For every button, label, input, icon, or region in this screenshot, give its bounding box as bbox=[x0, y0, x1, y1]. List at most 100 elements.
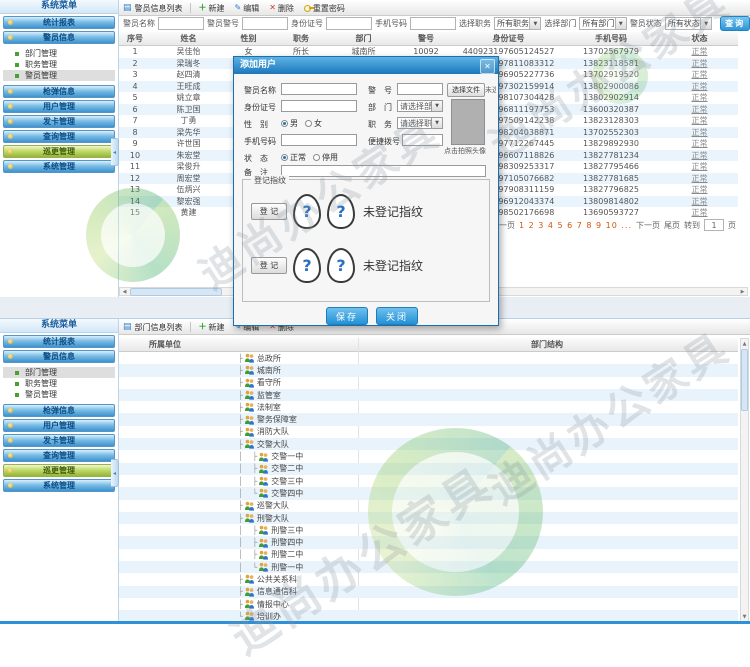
submenu-item[interactable]: 职务管理 bbox=[3, 378, 115, 389]
tree-row[interactable]: ├公共关系科 bbox=[119, 573, 738, 585]
submenu-item[interactable]: 职务管理 bbox=[3, 59, 115, 70]
sidebar-item-0[interactable]: 统计报表 bbox=[3, 16, 115, 29]
scroll-up-icon[interactable]: ▲ bbox=[743, 339, 747, 348]
filter-position-select[interactable]: 所有职务 ▼ bbox=[494, 17, 541, 30]
position-select[interactable]: 请选择职务 ▼ bbox=[397, 117, 443, 129]
submenu-item[interactable]: 警员管理 bbox=[3, 389, 115, 400]
phone-field[interactable] bbox=[281, 134, 357, 146]
search-button[interactable]: 查询 bbox=[720, 16, 750, 31]
delete-button[interactable]: ✕删除 bbox=[264, 2, 299, 14]
sidebar-item-4[interactable]: 发卡管理 bbox=[3, 434, 115, 447]
tree-row[interactable]: ├看守所 bbox=[119, 377, 738, 389]
sidebar-item-0[interactable]: 统计报表 bbox=[3, 335, 115, 348]
status-link[interactable]: 正常 bbox=[661, 92, 738, 104]
pagination-goto-input[interactable]: 1 bbox=[704, 219, 724, 231]
reset-password-button[interactable]: 重置密码 bbox=[299, 2, 350, 14]
tree-row[interactable]: ├交警大队 bbox=[119, 438, 738, 450]
new-button[interactable]: ＋新建 bbox=[194, 321, 230, 333]
tree-row[interactable]: │ ├刑警三中 bbox=[119, 524, 738, 536]
tree-row[interactable]: ├情报中心 bbox=[119, 598, 738, 610]
sidebar-collapse-handle[interactable]: ◂ bbox=[111, 459, 119, 487]
sidebar-item-5[interactable]: 查询管理 bbox=[3, 130, 115, 143]
cancel-button[interactable]: 关闭 bbox=[376, 307, 418, 325]
scroll-down-icon[interactable]: ▼ bbox=[743, 612, 747, 621]
tree-row[interactable]: ├总政所 bbox=[119, 352, 738, 364]
status-link[interactable]: 正常 bbox=[661, 161, 738, 173]
state-disabled-radio[interactable]: 停用 bbox=[313, 152, 338, 163]
sidebar-item-6[interactable]: 巡更管理 bbox=[3, 145, 115, 158]
pagination-next[interactable]: 下一页 bbox=[636, 220, 660, 231]
officer-name-field[interactable] bbox=[281, 83, 357, 95]
new-button[interactable]: ＋新建 bbox=[194, 2, 230, 14]
submenu-item[interactable]: 部门管理 bbox=[3, 367, 115, 378]
submenu-item[interactable]: 部门管理 bbox=[3, 48, 115, 59]
id-card-field[interactable] bbox=[281, 100, 357, 112]
sidebar-item-2[interactable]: 枪弹信息 bbox=[3, 85, 115, 98]
state-normal-radio[interactable]: 正常 bbox=[281, 152, 306, 163]
status-link[interactable]: 正常 bbox=[661, 173, 738, 185]
register-button[interactable]: 登 记 bbox=[251, 203, 287, 220]
speeddial-field[interactable] bbox=[402, 134, 443, 146]
tree-row[interactable]: ├监管室 bbox=[119, 389, 738, 401]
tree-row[interactable]: │ ├刑警二中 bbox=[119, 549, 738, 561]
scrollbar-thumb[interactable] bbox=[130, 288, 222, 296]
tree-row[interactable]: │ ├交警一中 bbox=[119, 450, 738, 462]
sidebar-item-3[interactable]: 用户管理 bbox=[3, 419, 115, 432]
submenu-item[interactable]: 警员管理 bbox=[3, 70, 115, 81]
status-link[interactable]: 正常 bbox=[661, 81, 738, 93]
tree-row[interactable]: ├信息通信科 bbox=[119, 586, 738, 598]
sidebar-item-2[interactable]: 枪弹信息 bbox=[3, 404, 115, 417]
sidebar-item-1[interactable]: 警员信息 bbox=[3, 350, 115, 363]
tree-row[interactable]: ├消防大队 bbox=[119, 426, 738, 438]
tree-row[interactable]: │ ├交警二中 bbox=[119, 463, 738, 475]
register-button[interactable]: 登 记 bbox=[251, 257, 287, 274]
sidebar-item-7[interactable]: 系统管理 bbox=[3, 160, 115, 173]
dialog-titlebar[interactable]: 添加用户 ✕ bbox=[234, 57, 498, 74]
tree-row[interactable]: ├城南所 bbox=[119, 364, 738, 376]
remark-field[interactable] bbox=[281, 165, 486, 177]
status-link[interactable]: 正常 bbox=[661, 127, 738, 139]
sidebar-item-6[interactable]: 巡更管理 bbox=[3, 464, 115, 477]
status-link[interactable]: 正常 bbox=[661, 184, 738, 196]
photo-placeholder[interactable] bbox=[451, 99, 485, 145]
status-link[interactable]: 正常 bbox=[661, 69, 738, 81]
status-link[interactable]: 正常 bbox=[661, 150, 738, 162]
tree-row[interactable]: ├刑警大队 bbox=[119, 512, 738, 524]
status-link[interactable]: 正常 bbox=[661, 207, 738, 219]
gender-female-radio[interactable]: 女 bbox=[305, 118, 322, 129]
scrollbar-thumb[interactable] bbox=[741, 349, 748, 411]
scroll-right-icon[interactable]: ▶ bbox=[738, 288, 747, 295]
tree-row[interactable]: │ ├刑警四中 bbox=[119, 536, 738, 548]
tree-row[interactable]: │ └交警四中 bbox=[119, 487, 738, 499]
filter-phone-input[interactable] bbox=[410, 17, 456, 30]
tree-row[interactable]: │ └刑警一中 bbox=[119, 561, 738, 573]
scroll-left-icon[interactable]: ◀ bbox=[120, 288, 129, 295]
sidebar-item-5[interactable]: 查询管理 bbox=[3, 449, 115, 462]
filter-id-input[interactable] bbox=[326, 17, 372, 30]
status-link[interactable]: 正常 bbox=[661, 115, 738, 127]
status-link[interactable]: 正常 bbox=[661, 46, 738, 58]
status-link[interactable]: 正常 bbox=[661, 138, 738, 150]
dept-select[interactable]: 请选择部门 ▼ bbox=[397, 100, 443, 112]
filter-name-input[interactable] bbox=[158, 17, 204, 30]
sidebar-item-3[interactable]: 用户管理 bbox=[3, 100, 115, 113]
sidebar-item-7[interactable]: 系统管理 bbox=[3, 479, 115, 492]
sidebar-collapse-handle[interactable]: ◂ bbox=[111, 138, 119, 166]
filter-status-select[interactable]: 所有状态 ▼ bbox=[665, 17, 712, 30]
choose-file-button[interactable]: 选择文件 bbox=[447, 83, 485, 97]
tree-row[interactable]: ├法制室 bbox=[119, 401, 738, 413]
tree-row[interactable]: ├警务保障室 bbox=[119, 413, 738, 425]
tree-row[interactable]: │ ├交警三中 bbox=[119, 475, 738, 487]
sidebar-item-4[interactable]: 发卡管理 bbox=[3, 115, 115, 128]
badge-field[interactable] bbox=[397, 83, 443, 95]
save-button[interactable]: 保存 bbox=[326, 307, 368, 325]
status-link[interactable]: 正常 bbox=[661, 58, 738, 70]
pagination-pages[interactable]: 1 2 3 4 5 6 7 8 9 10 ... bbox=[519, 221, 632, 230]
sidebar-item-1[interactable]: 警员信息 bbox=[3, 31, 115, 44]
gender-male-radio[interactable]: 男 bbox=[281, 118, 298, 129]
pagination-last[interactable]: 尾页 bbox=[664, 220, 680, 231]
filter-dept-select[interactable]: 所有部门 ▼ bbox=[579, 17, 626, 30]
vertical-scrollbar[interactable]: ▲ ▼ bbox=[740, 338, 749, 622]
close-icon[interactable]: ✕ bbox=[480, 59, 495, 74]
status-link[interactable]: 正常 bbox=[661, 196, 738, 208]
